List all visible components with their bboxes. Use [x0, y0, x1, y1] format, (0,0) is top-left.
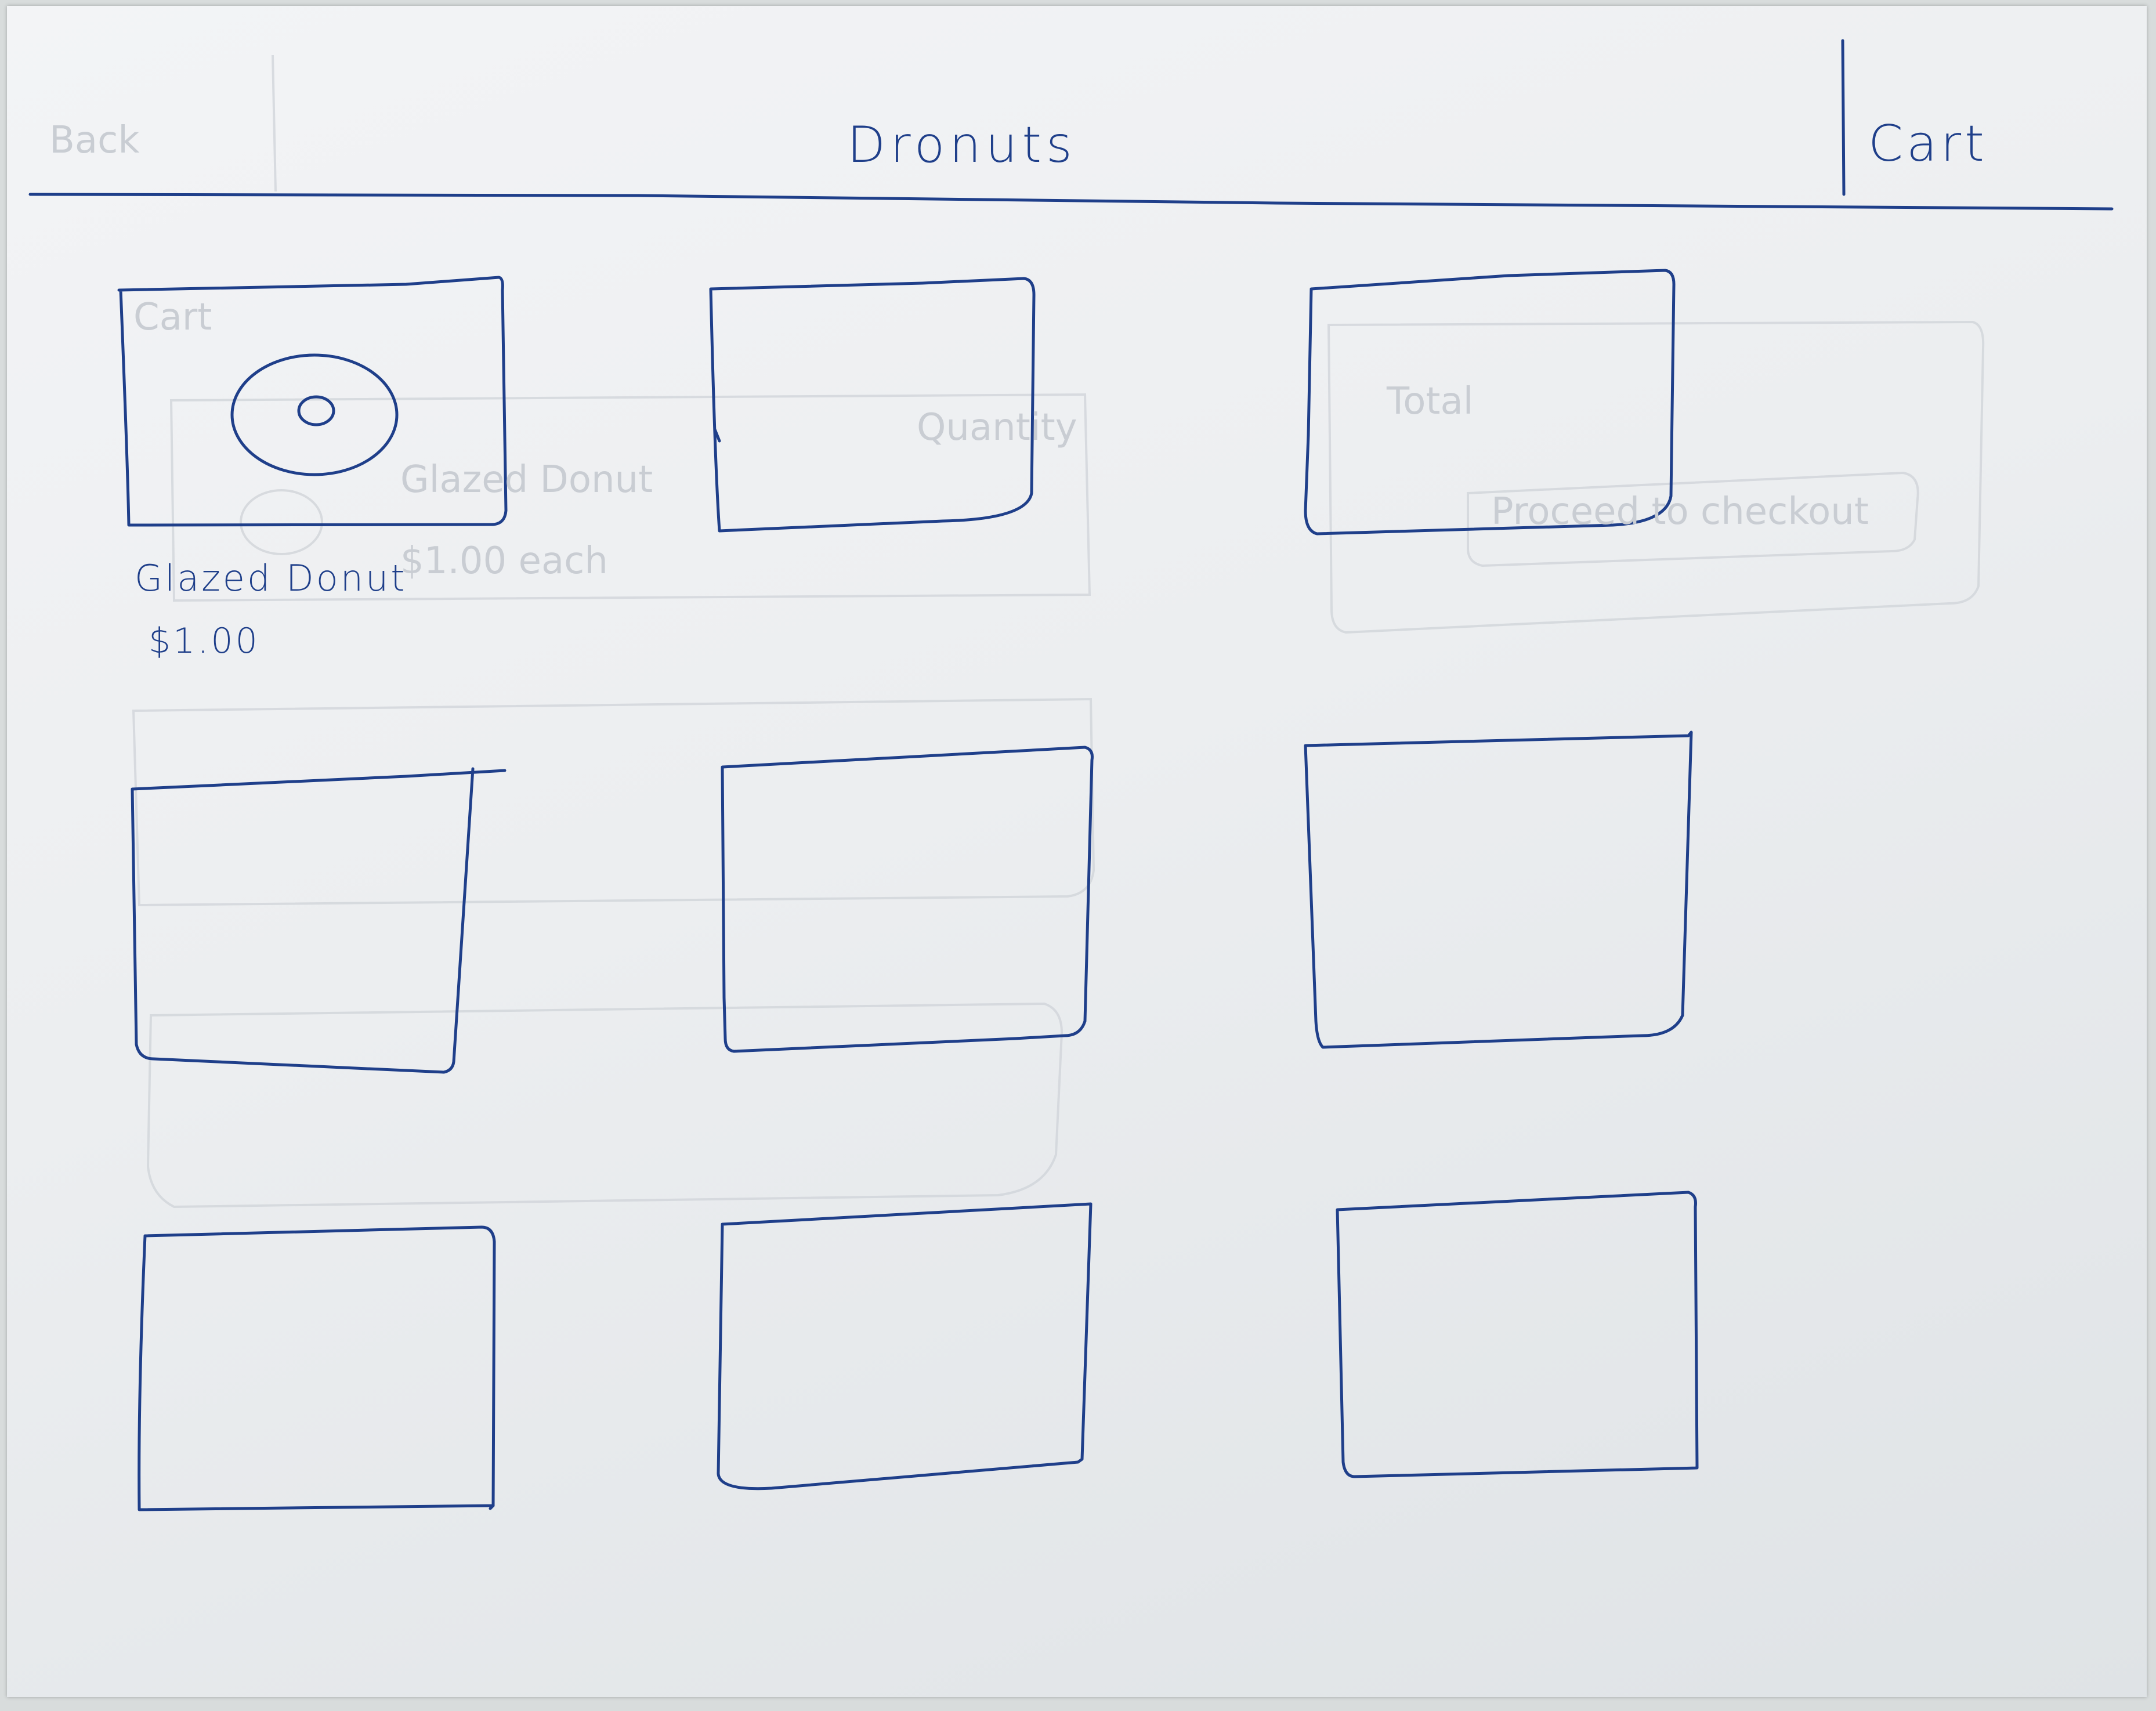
product-card-3[interactable] [1305, 270, 1674, 534]
product-card-8[interactable] [718, 1204, 1093, 1491]
product-card-2[interactable] [711, 278, 1036, 531]
cart-link[interactable]: Cart [1868, 115, 1988, 173]
product-card-4[interactable] [132, 769, 507, 1073]
product-card-7[interactable] [138, 1227, 495, 1511]
app-title: Dronuts [847, 116, 1077, 174]
product-card-glazed-donut[interactable] [119, 277, 506, 527]
ghost-each-text: $1.00 each [400, 540, 608, 583]
product-name: Glazed Donut [135, 557, 407, 599]
product-card-9[interactable] [1337, 1192, 1697, 1478]
product-card-5[interactable] [722, 747, 1094, 1052]
product-card-6[interactable] [1305, 732, 1691, 1048]
ghost-back-text: Back [49, 119, 140, 162]
product-price: $1.00 [149, 621, 260, 661]
